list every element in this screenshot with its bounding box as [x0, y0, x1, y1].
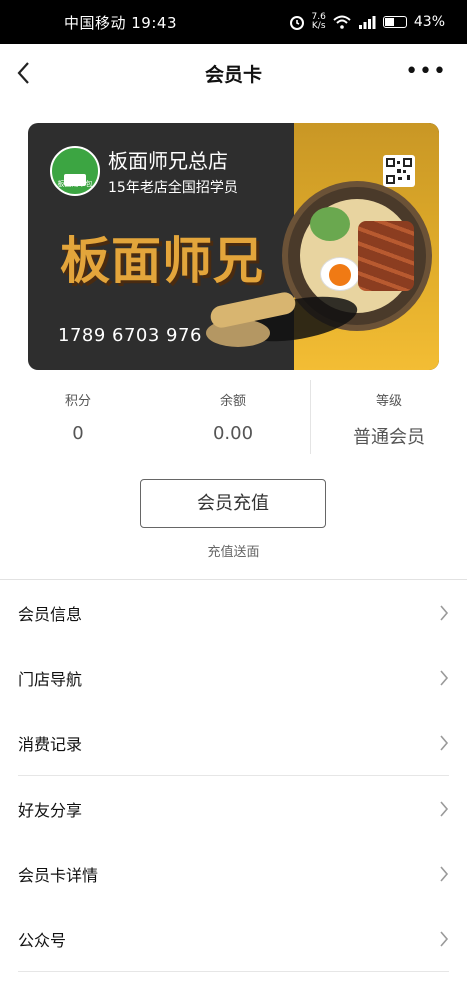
stat-level[interactable]: 等级 普通会员 [311, 380, 467, 449]
brand-logotype: 板面师兄 [60, 231, 264, 290]
carrier-time: 中国移动 19:43 [64, 13, 177, 32]
menu-item-label: 会员信息 [18, 604, 83, 624]
status-bar: 中国移动 19:43 7.6 K/s 43% [0, 0, 467, 44]
menu-item-official-account[interactable]: 公众号 [18, 906, 449, 971]
stat-balance[interactable]: 余额 0.00 [155, 380, 311, 444]
recharge-button[interactable]: 会员充值 [140, 479, 326, 528]
more-dots-icon[interactable]: ••• [405, 61, 447, 83]
member-card: 板面用卡包 板面师兄总店 15年老店全国招学员 板面师兄 1789 6703 9… [28, 123, 439, 370]
menu-item-label: 消费记录 [18, 734, 83, 754]
menu-item-label: 门店导航 [18, 669, 83, 689]
chevron-right-icon [440, 930, 449, 947]
recharge-hint: 充值送面 [207, 545, 260, 560]
menu-item-label: 公众号 [18, 930, 67, 950]
menu-item-card-details[interactable]: 会员卡详情 [18, 841, 449, 906]
alarm-icon [289, 16, 304, 30]
signal-icon [358, 16, 376, 29]
stat-value: 0.00 [212, 423, 254, 444]
page-title: 会员卡 [204, 63, 262, 86]
stat-value: 普通会员 [353, 427, 425, 448]
store-logo: 板面用卡包 [50, 146, 100, 196]
stat-label: 余额 [219, 394, 246, 409]
menu-item-label: 会员卡详情 [18, 865, 99, 885]
network-speed: 7.6 K/s [311, 12, 326, 31]
status-icons: 7.6 K/s 43% [289, 13, 445, 31]
stat-points[interactable]: 积分 0 [0, 380, 156, 444]
chevron-right-icon [440, 865, 449, 882]
stat-value: 0 [72, 423, 84, 444]
menu-item-store-navigation[interactable]: 门店导航 [18, 645, 449, 710]
chevron-right-icon [440, 734, 449, 751]
menu-divider [18, 971, 449, 972]
wifi-icon [333, 15, 351, 29]
menu-item-label: 好友分享 [18, 800, 83, 820]
stat-label: 积分 [64, 394, 91, 409]
battery-percent: 43% [413, 14, 445, 30]
menu-item-purchase-history[interactable]: 消费记录 [18, 710, 449, 775]
store-tagline: 15年老店全国招学员 [108, 180, 238, 196]
chevron-right-icon [440, 669, 449, 686]
qr-code-icon[interactable] [383, 155, 415, 187]
stat-label: 等级 [375, 394, 402, 409]
menu-item-member-info[interactable]: 会员信息 [18, 580, 449, 645]
battery-icon [382, 16, 407, 28]
card-number: 1789 6703 976 [58, 325, 202, 346]
menu-item-share-friends[interactable]: 好友分享 [18, 776, 449, 841]
member-stats: 积分 0 余额 0.00 等级 普通会员 [0, 380, 467, 454]
header-bar: 会员卡 ••• [0, 44, 467, 102]
store-name: 板面师兄总店 [108, 149, 228, 173]
chevron-right-icon [440, 604, 449, 621]
chevron-right-icon [440, 800, 449, 817]
back-arrow-icon[interactable] [14, 59, 34, 87]
